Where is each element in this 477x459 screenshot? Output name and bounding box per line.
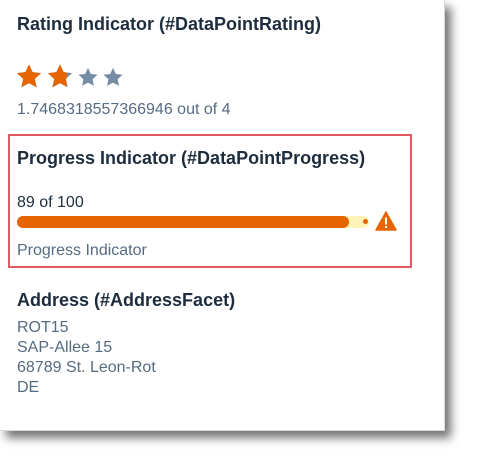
star-icon [102, 66, 124, 92]
progress-label-text: Progress Indicator [17, 242, 147, 259]
progress-bar-fill [17, 216, 349, 228]
progress-bar-end-marker [363, 219, 368, 224]
address-line-3: 68789 St. Leon-Rot [17, 359, 156, 376]
rating-indicator [15, 62, 124, 92]
address-line-4: DE [17, 379, 40, 396]
rating-summary-text: 1.7468318557366946 out of 4 [17, 101, 231, 118]
progress-bar-track [17, 216, 369, 228]
warning-icon [375, 211, 397, 231]
address-block: ROT15 SAP-Allee 15 68789 St. Leon-Rot DE [17, 318, 156, 398]
star-icon [46, 62, 74, 92]
rating-section-title: Rating Indicator (#DataPointRating) [17, 14, 322, 34]
address-line-2: SAP-Allee 15 [17, 339, 113, 356]
progress-value-text: 89 of 100 [17, 194, 84, 211]
address-section-title: Address (#AddressFacet) [17, 290, 236, 310]
progress-section-title: Progress Indicator (#DataPointProgress) [17, 148, 366, 168]
star-icon [77, 66, 99, 92]
object-page-card: Rating Indicator (#DataPointRating) 1.74… [0, 0, 445, 431]
star-icon [15, 62, 43, 92]
address-line-1: ROT15 [17, 319, 69, 336]
